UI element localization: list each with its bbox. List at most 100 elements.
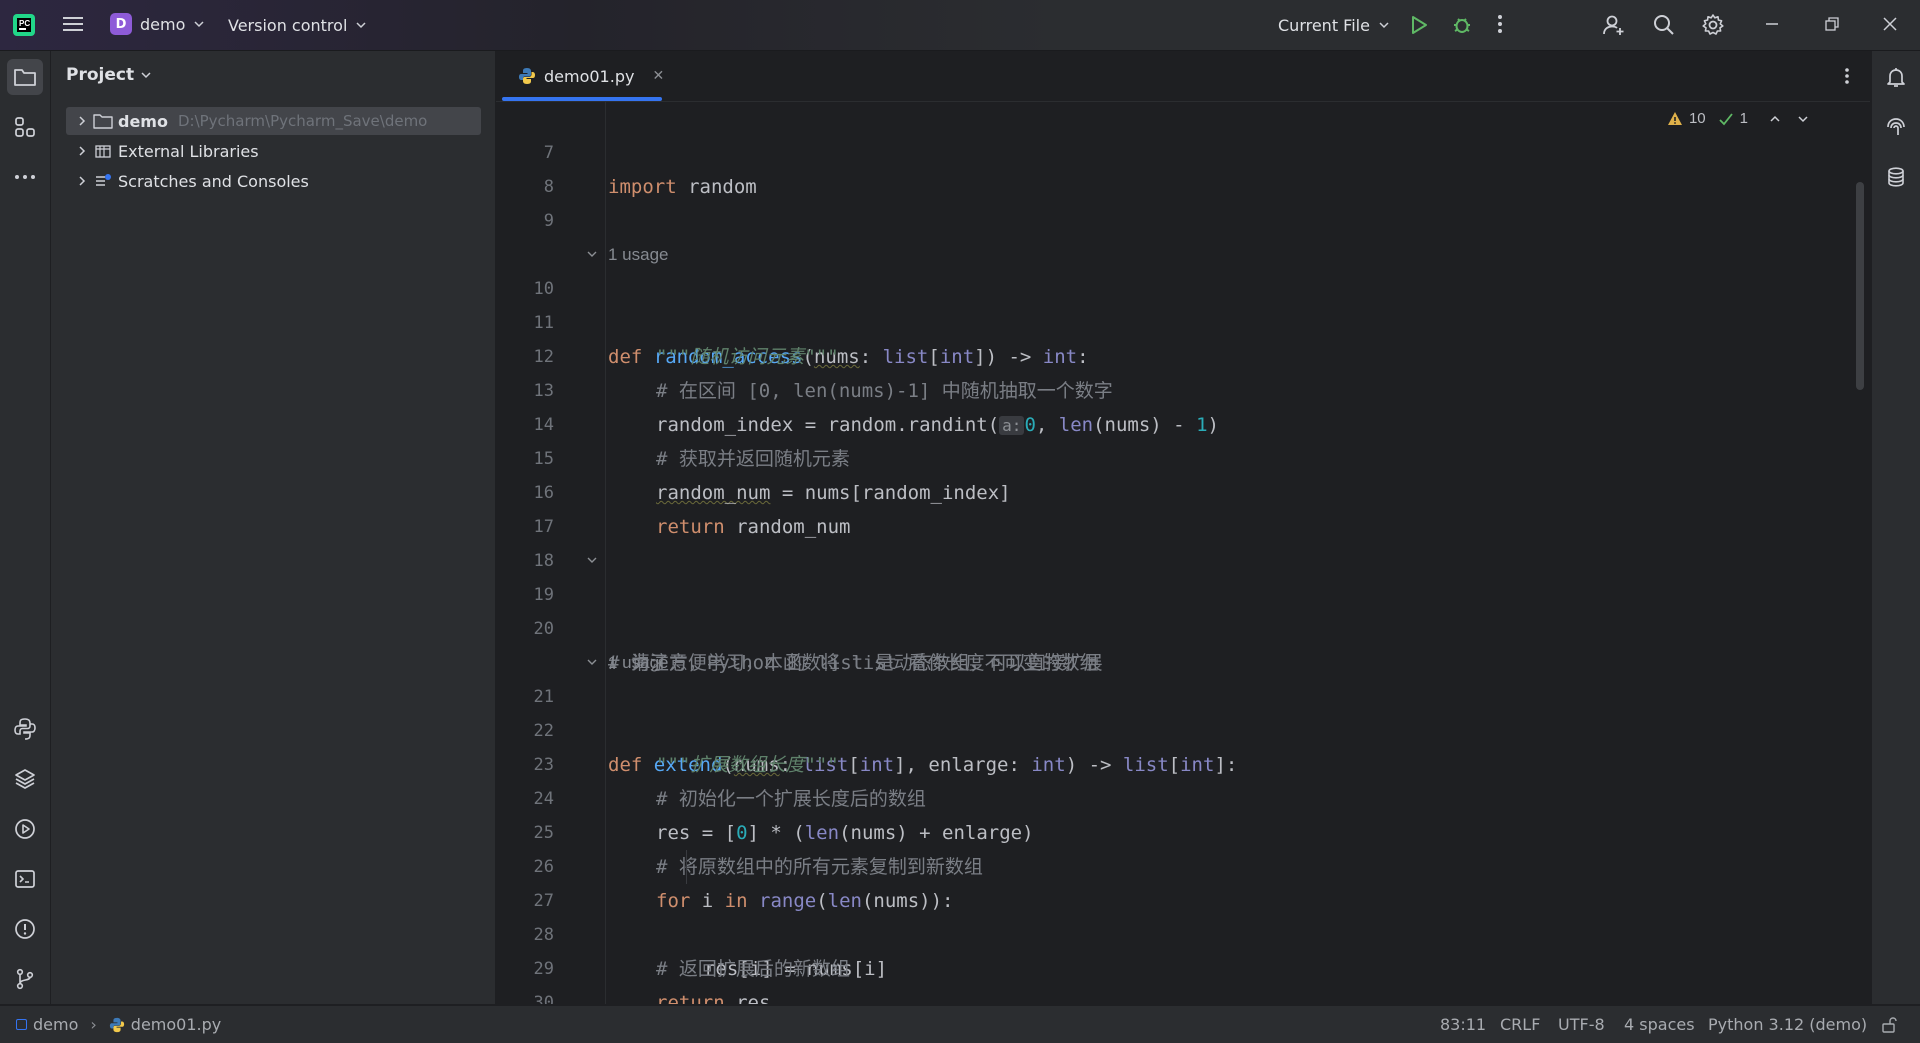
project-tool-button[interactable] bbox=[7, 59, 43, 95]
more-horizontal-icon bbox=[15, 175, 35, 179]
code-line: 28 # 返回扩展后的新数组 bbox=[496, 884, 1870, 980]
code-line: 18 bbox=[496, 510, 1870, 571]
tree-item-external-libraries[interactable]: External Libraries bbox=[66, 137, 481, 165]
unlock-icon[interactable] bbox=[1880, 1006, 1898, 1043]
project-panel-header[interactable]: Project bbox=[66, 65, 152, 85]
tab-label: demo01.py bbox=[544, 66, 635, 86]
close-window-icon[interactable] bbox=[1882, 14, 1898, 34]
python-console-button[interactable] bbox=[7, 711, 43, 747]
code-editor[interactable]: 10 1 7 import random 8 9 1 usage 10 def … bbox=[496, 102, 1870, 1004]
tab-demo01-py[interactable]: demo01.py ✕ bbox=[508, 51, 674, 101]
chevron-right-icon[interactable] bbox=[72, 145, 92, 157]
caret-position[interactable]: 83:11 bbox=[1440, 1006, 1486, 1043]
add-user-icon[interactable] bbox=[1602, 13, 1626, 37]
code-line: 10 def random_access(nums: list[int]) ->… bbox=[496, 238, 1870, 368]
problems-button[interactable] bbox=[7, 911, 43, 947]
ai-assistant-button[interactable] bbox=[1878, 109, 1914, 145]
code-line: 12 # 在区间 [0, len(nums)-1] 中随机抽取一个数字 bbox=[496, 306, 1870, 402]
structure-tool-button[interactable] bbox=[7, 109, 43, 145]
restore-icon[interactable] bbox=[1824, 14, 1840, 34]
pycharm-logo-icon[interactable]: PC bbox=[12, 13, 36, 37]
breadcrumb: demo › demo01.py bbox=[16, 1006, 221, 1043]
tree-item-path: D:\Pycharm\Pycharm_Save\demo bbox=[177, 112, 428, 130]
indent-setting[interactable]: 4 spaces bbox=[1624, 1006, 1695, 1043]
code-line: 24 res = [0] * (len(nums) + enlarge) bbox=[496, 748, 1870, 844]
code-line: 30 bbox=[496, 952, 1870, 1004]
editor-scrollbar[interactable] bbox=[1856, 182, 1864, 390]
usage-hint[interactable]: 1 usage bbox=[496, 612, 1870, 672]
more-tools-button[interactable] bbox=[7, 159, 43, 195]
code-line: 11 """随机访问元素""" bbox=[496, 272, 1870, 368]
scratches-icon bbox=[92, 172, 114, 190]
python-packages-button[interactable] bbox=[7, 761, 43, 797]
breadcrumb-file[interactable]: demo01.py bbox=[131, 1015, 221, 1034]
status-bar: demo › demo01.py 83:11 CRLF UTF-8 4 spac… bbox=[0, 1005, 1920, 1043]
main-menu-icon[interactable] bbox=[62, 14, 84, 34]
services-button[interactable] bbox=[7, 811, 43, 847]
folder-icon bbox=[92, 112, 114, 130]
code-line: 9 bbox=[496, 170, 1870, 231]
breadcrumb-project[interactable]: demo bbox=[33, 1015, 78, 1034]
tree-item-label: Scratches and Consoles bbox=[118, 171, 309, 191]
chevron-down-icon bbox=[194, 21, 204, 28]
tab-options-icon[interactable] bbox=[1844, 66, 1850, 90]
usage-hint[interactable]: 1 usage bbox=[496, 204, 1870, 264]
database-button[interactable] bbox=[1878, 159, 1914, 195]
code-line: 26 for i in range(len(nums)): bbox=[496, 816, 1870, 912]
code-line: 31 bbox=[496, 986, 1870, 1004]
minimize-icon[interactable] bbox=[1764, 14, 1780, 34]
code-line: 13 random_index = random.randint(a: 0, le… bbox=[496, 340, 1870, 436]
library-icon bbox=[92, 142, 114, 160]
search-icon[interactable] bbox=[1652, 13, 1676, 37]
run-config-label: Current File bbox=[1278, 15, 1370, 35]
tree-item-scratches[interactable]: Scratches and Consoles bbox=[66, 167, 481, 195]
services-play-icon bbox=[15, 819, 35, 839]
python-interpreter[interactable]: Python 3.12 (demo) bbox=[1708, 1006, 1867, 1043]
run-config-selector[interactable]: Current File bbox=[1278, 13, 1390, 37]
project-switcher[interactable]: D demo bbox=[110, 13, 205, 35]
code-line: 27 res[i] = nums[i] bbox=[496, 850, 1870, 980]
settings-gear-icon[interactable] bbox=[1701, 13, 1725, 37]
vcs-label: Version control bbox=[228, 15, 348, 35]
chevron-right-icon: › bbox=[90, 1015, 97, 1034]
close-tab-icon[interactable]: ✕ bbox=[652, 68, 664, 84]
chevron-right-icon[interactable] bbox=[72, 115, 92, 127]
python-console-icon bbox=[14, 718, 36, 740]
code-line: 14 # 获取并返回随机元素 bbox=[496, 374, 1870, 470]
editor-tab-bar: demo01.py ✕ bbox=[496, 51, 1870, 102]
tree-item-label: demo bbox=[118, 111, 168, 131]
code-line: 21 def extend(nums: list[int], enlarge: … bbox=[496, 646, 1870, 776]
code-line: 17 bbox=[496, 476, 1870, 537]
code-line: 7 import random bbox=[496, 102, 1870, 198]
code-line: 25 # 将原数组中的所有元素复制到新数组 bbox=[496, 782, 1870, 878]
tree-item-demo[interactable]: demo D:\Pycharm\Pycharm_Save\demo bbox=[66, 107, 481, 135]
project-name: demo bbox=[140, 14, 186, 34]
file-encoding[interactable]: UTF-8 bbox=[1558, 1006, 1605, 1043]
run-icon[interactable] bbox=[1409, 14, 1429, 36]
bell-icon bbox=[1887, 68, 1905, 87]
project-panel-title: Project bbox=[66, 65, 135, 85]
code-line: 19 # 请注意，Python 的 list 是动态数组，可以直接扩展 bbox=[496, 544, 1870, 674]
terminal-button[interactable] bbox=[7, 861, 43, 897]
problems-icon bbox=[15, 919, 35, 939]
python-file-icon bbox=[109, 1017, 124, 1032]
version-control-menu[interactable]: Version control bbox=[228, 13, 367, 37]
code-line: 16 return random_num bbox=[496, 442, 1870, 538]
project-badge: D bbox=[110, 13, 132, 35]
terminal-icon bbox=[15, 870, 35, 888]
code-line: 20 # 为了方便学习，本函数将 list 看作长度不可变的数组 bbox=[496, 578, 1870, 674]
chevron-right-icon[interactable] bbox=[72, 175, 92, 187]
folder-icon bbox=[14, 69, 36, 86]
line-separator[interactable]: CRLF bbox=[1500, 1006, 1540, 1043]
debug-icon[interactable] bbox=[1451, 13, 1473, 35]
gutter-separator bbox=[605, 102, 606, 1004]
chevron-down-icon bbox=[356, 22, 366, 29]
notifications-button[interactable] bbox=[1878, 59, 1914, 95]
more-actions-icon[interactable] bbox=[1496, 13, 1504, 35]
code-line: 29 return res bbox=[496, 918, 1870, 1004]
version-control-button[interactable] bbox=[7, 961, 43, 997]
project-tool-window: Project demo D:\Pycharm\Pycharm_Save\dem… bbox=[51, 51, 496, 1004]
svg-text:PC: PC bbox=[19, 19, 30, 28]
code-line: 15 random_num = nums[random_index] bbox=[496, 408, 1870, 504]
ai-assistant-icon bbox=[1887, 118, 1905, 135]
